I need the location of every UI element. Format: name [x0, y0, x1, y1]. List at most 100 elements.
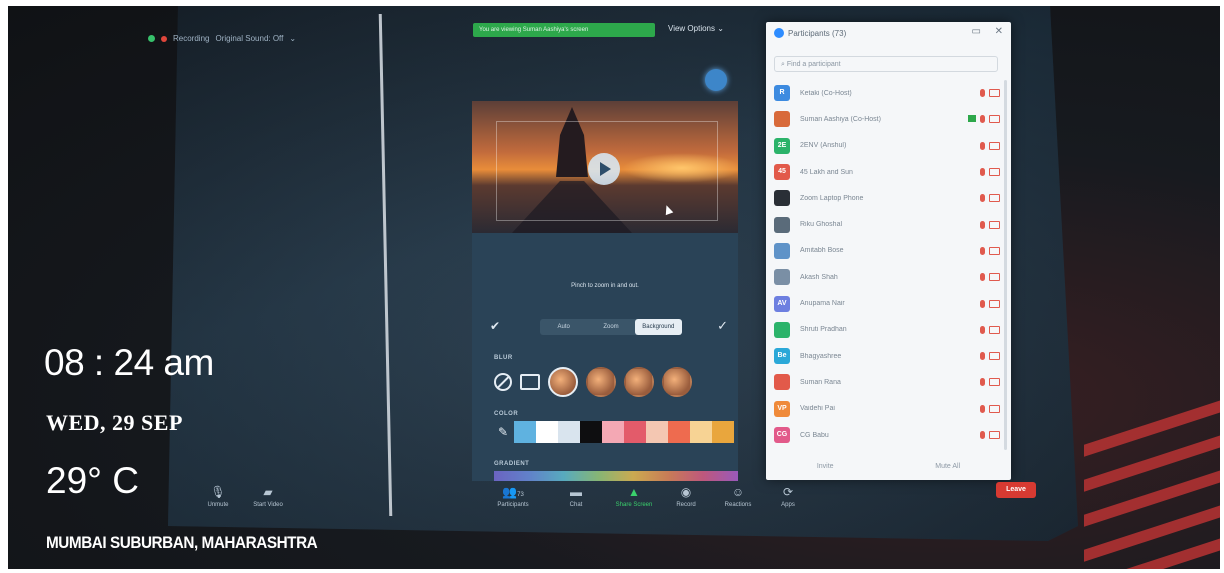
screen-share-banner: You are viewing Suman Aashiya's screen — [473, 23, 655, 37]
participant-row[interactable]: Zoom Laptop Phone — [774, 185, 1006, 211]
participant-row[interactable]: Amitabh Bose — [774, 238, 1006, 264]
avatar — [774, 242, 790, 259]
avatar — [774, 111, 790, 128]
start-video-button[interactable]: ▰ Start Video — [238, 484, 298, 508]
participant-name: Akash Shah — [800, 273, 838, 281]
participant-row[interactable]: AV Anupama Nair — [774, 290, 1006, 316]
mic-muted-icon[interactable] — [980, 194, 985, 203]
mic-muted-icon[interactable] — [980, 404, 985, 413]
mic-muted-icon[interactable] — [980, 168, 985, 177]
participant-row[interactable]: Riku Ghoshal — [774, 211, 1006, 237]
camera-off-icon[interactable] — [989, 220, 1000, 229]
participant-name: Anupama Nair — [800, 300, 845, 308]
chevron-down-icon[interactable]: ⌄ — [289, 34, 296, 43]
gradient-swatches[interactable] — [494, 471, 738, 481]
mode-auto[interactable]: Auto — [540, 319, 587, 335]
original-sound-toggle[interactable]: Original Sound: Off — [215, 34, 283, 43]
blur-option[interactable] — [548, 367, 578, 397]
camera-off-icon[interactable] — [989, 404, 1000, 413]
camera-off-icon[interactable] — [989, 194, 1000, 203]
participant-row[interactable]: Shruti Pradhan — [774, 317, 1006, 343]
camera-off-icon[interactable] — [989, 431, 1000, 439]
apps-button[interactable]: ⟳ Apps — [758, 484, 818, 508]
participant-row[interactable]: CG CG Babu — [774, 422, 1006, 448]
color-swatch[interactable] — [602, 421, 624, 443]
mic-muted-icon[interactable] — [980, 378, 985, 387]
camera-off-icon[interactable] — [989, 352, 1000, 361]
color-swatch[interactable] — [668, 421, 690, 443]
background-mode-row: ✔ Auto Zoom Background ✓ — [472, 317, 738, 337]
color-swatch[interactable] — [712, 421, 734, 443]
camera-off-icon[interactable] — [989, 246, 1000, 255]
decorative-stripes — [1084, 399, 1220, 569]
participant-status-icons — [980, 168, 1000, 177]
view-options-button[interactable]: View Options ⌄ — [668, 24, 724, 33]
mic-muted-icon[interactable] — [980, 141, 985, 150]
image-icon[interactable] — [520, 374, 540, 390]
camera-off-icon[interactable] — [989, 141, 1000, 150]
mic-muted-icon[interactable] — [980, 325, 985, 334]
minimize-icon[interactable]: ▭ — [972, 26, 981, 37]
participant-row[interactable]: 45 45 Lakh and Sun — [774, 159, 1006, 185]
security-icon[interactable] — [148, 35, 155, 42]
share-screen-button[interactable]: ▲ Share Screen — [604, 484, 664, 508]
participant-row[interactable]: Suman Aashiya (Co-Host) — [774, 106, 1006, 132]
color-swatch[interactable] — [580, 421, 602, 443]
mic-muted-icon[interactable] — [980, 431, 985, 439]
mic-muted-icon[interactable] — [980, 220, 985, 229]
color-swatch[interactable] — [514, 421, 536, 443]
camera-off-icon[interactable] — [989, 168, 1000, 177]
close-icon[interactable]: ✕ — [995, 26, 1003, 37]
participant-row[interactable]: VP Vaidehi Pai — [774, 396, 1006, 422]
participant-row[interactable]: R Ketaki (Co-Host) — [774, 80, 1006, 106]
participant-row[interactable]: Suman Rana — [774, 369, 1006, 395]
participant-row[interactable]: 2E 2ENV (Anshul) — [774, 133, 1006, 159]
participant-row[interactable]: Akash Shah — [774, 264, 1006, 290]
mic-muted-icon[interactable] — [980, 115, 985, 124]
pinch-hint: Pinch to zoom in and out. — [571, 283, 639, 289]
leave-button[interactable]: Leave — [996, 482, 1036, 498]
camera-off-icon[interactable] — [989, 115, 1000, 124]
participant-name: 2ENV (Anshul) — [800, 142, 847, 150]
recording-icon — [161, 35, 167, 42]
participant-status-icons — [980, 404, 1000, 413]
camera-off-icon[interactable] — [989, 325, 1000, 334]
record-button[interactable]: ◉ Record — [656, 484, 716, 508]
blur-options — [494, 367, 692, 397]
mic-muted-icon[interactable] — [980, 273, 985, 282]
double-check-icon[interactable]: ✔ — [490, 319, 500, 333]
chat-button[interactable]: ▬ Chat — [546, 484, 606, 508]
self-view-avatar[interactable] — [705, 69, 727, 91]
blur-option[interactable] — [586, 367, 616, 397]
participant-list-scrollbar[interactable] — [1004, 80, 1007, 450]
color-swatch[interactable] — [690, 421, 712, 443]
participants-button[interactable]: 👥73 Participants — [483, 484, 543, 508]
color-swatch[interactable] — [558, 421, 580, 443]
mic-muted-icon[interactable] — [980, 299, 985, 308]
color-swatch[interactable] — [646, 421, 668, 443]
pencil-icon[interactable]: ✎ — [494, 421, 512, 443]
color-swatch[interactable] — [536, 421, 558, 443]
invite-button[interactable]: Invite — [817, 463, 834, 470]
blur-option[interactable] — [662, 367, 692, 397]
camera-off-icon[interactable] — [989, 299, 1000, 308]
participant-row[interactable]: Be Bhagyashree — [774, 343, 1006, 369]
mode-zoom[interactable]: Zoom — [587, 319, 634, 335]
overlay-date: WED, 29 SEP — [46, 410, 183, 435]
camera-off-icon[interactable] — [989, 89, 1000, 98]
color-swatch[interactable] — [624, 421, 646, 443]
blur-option[interactable] — [624, 367, 654, 397]
confirm-check-icon[interactable]: ✓ — [717, 318, 728, 334]
mic-muted-icon[interactable] — [980, 246, 985, 255]
no-blur-icon[interactable] — [494, 373, 512, 391]
mic-muted-icon[interactable] — [980, 89, 985, 98]
mode-background[interactable]: Background — [634, 319, 682, 335]
participant-search-input[interactable]: ⌕ Find a participant — [774, 56, 998, 72]
participant-name: Suman Rana — [800, 378, 841, 386]
meeting-status-bar: Recording Original Sound: Off ⌄ — [148, 34, 296, 43]
play-button[interactable] — [588, 153, 620, 185]
mic-muted-icon[interactable] — [980, 352, 985, 361]
camera-off-icon[interactable] — [989, 273, 1000, 282]
mute-all-button[interactable]: Mute All — [935, 463, 960, 470]
camera-off-icon[interactable] — [989, 378, 1000, 387]
